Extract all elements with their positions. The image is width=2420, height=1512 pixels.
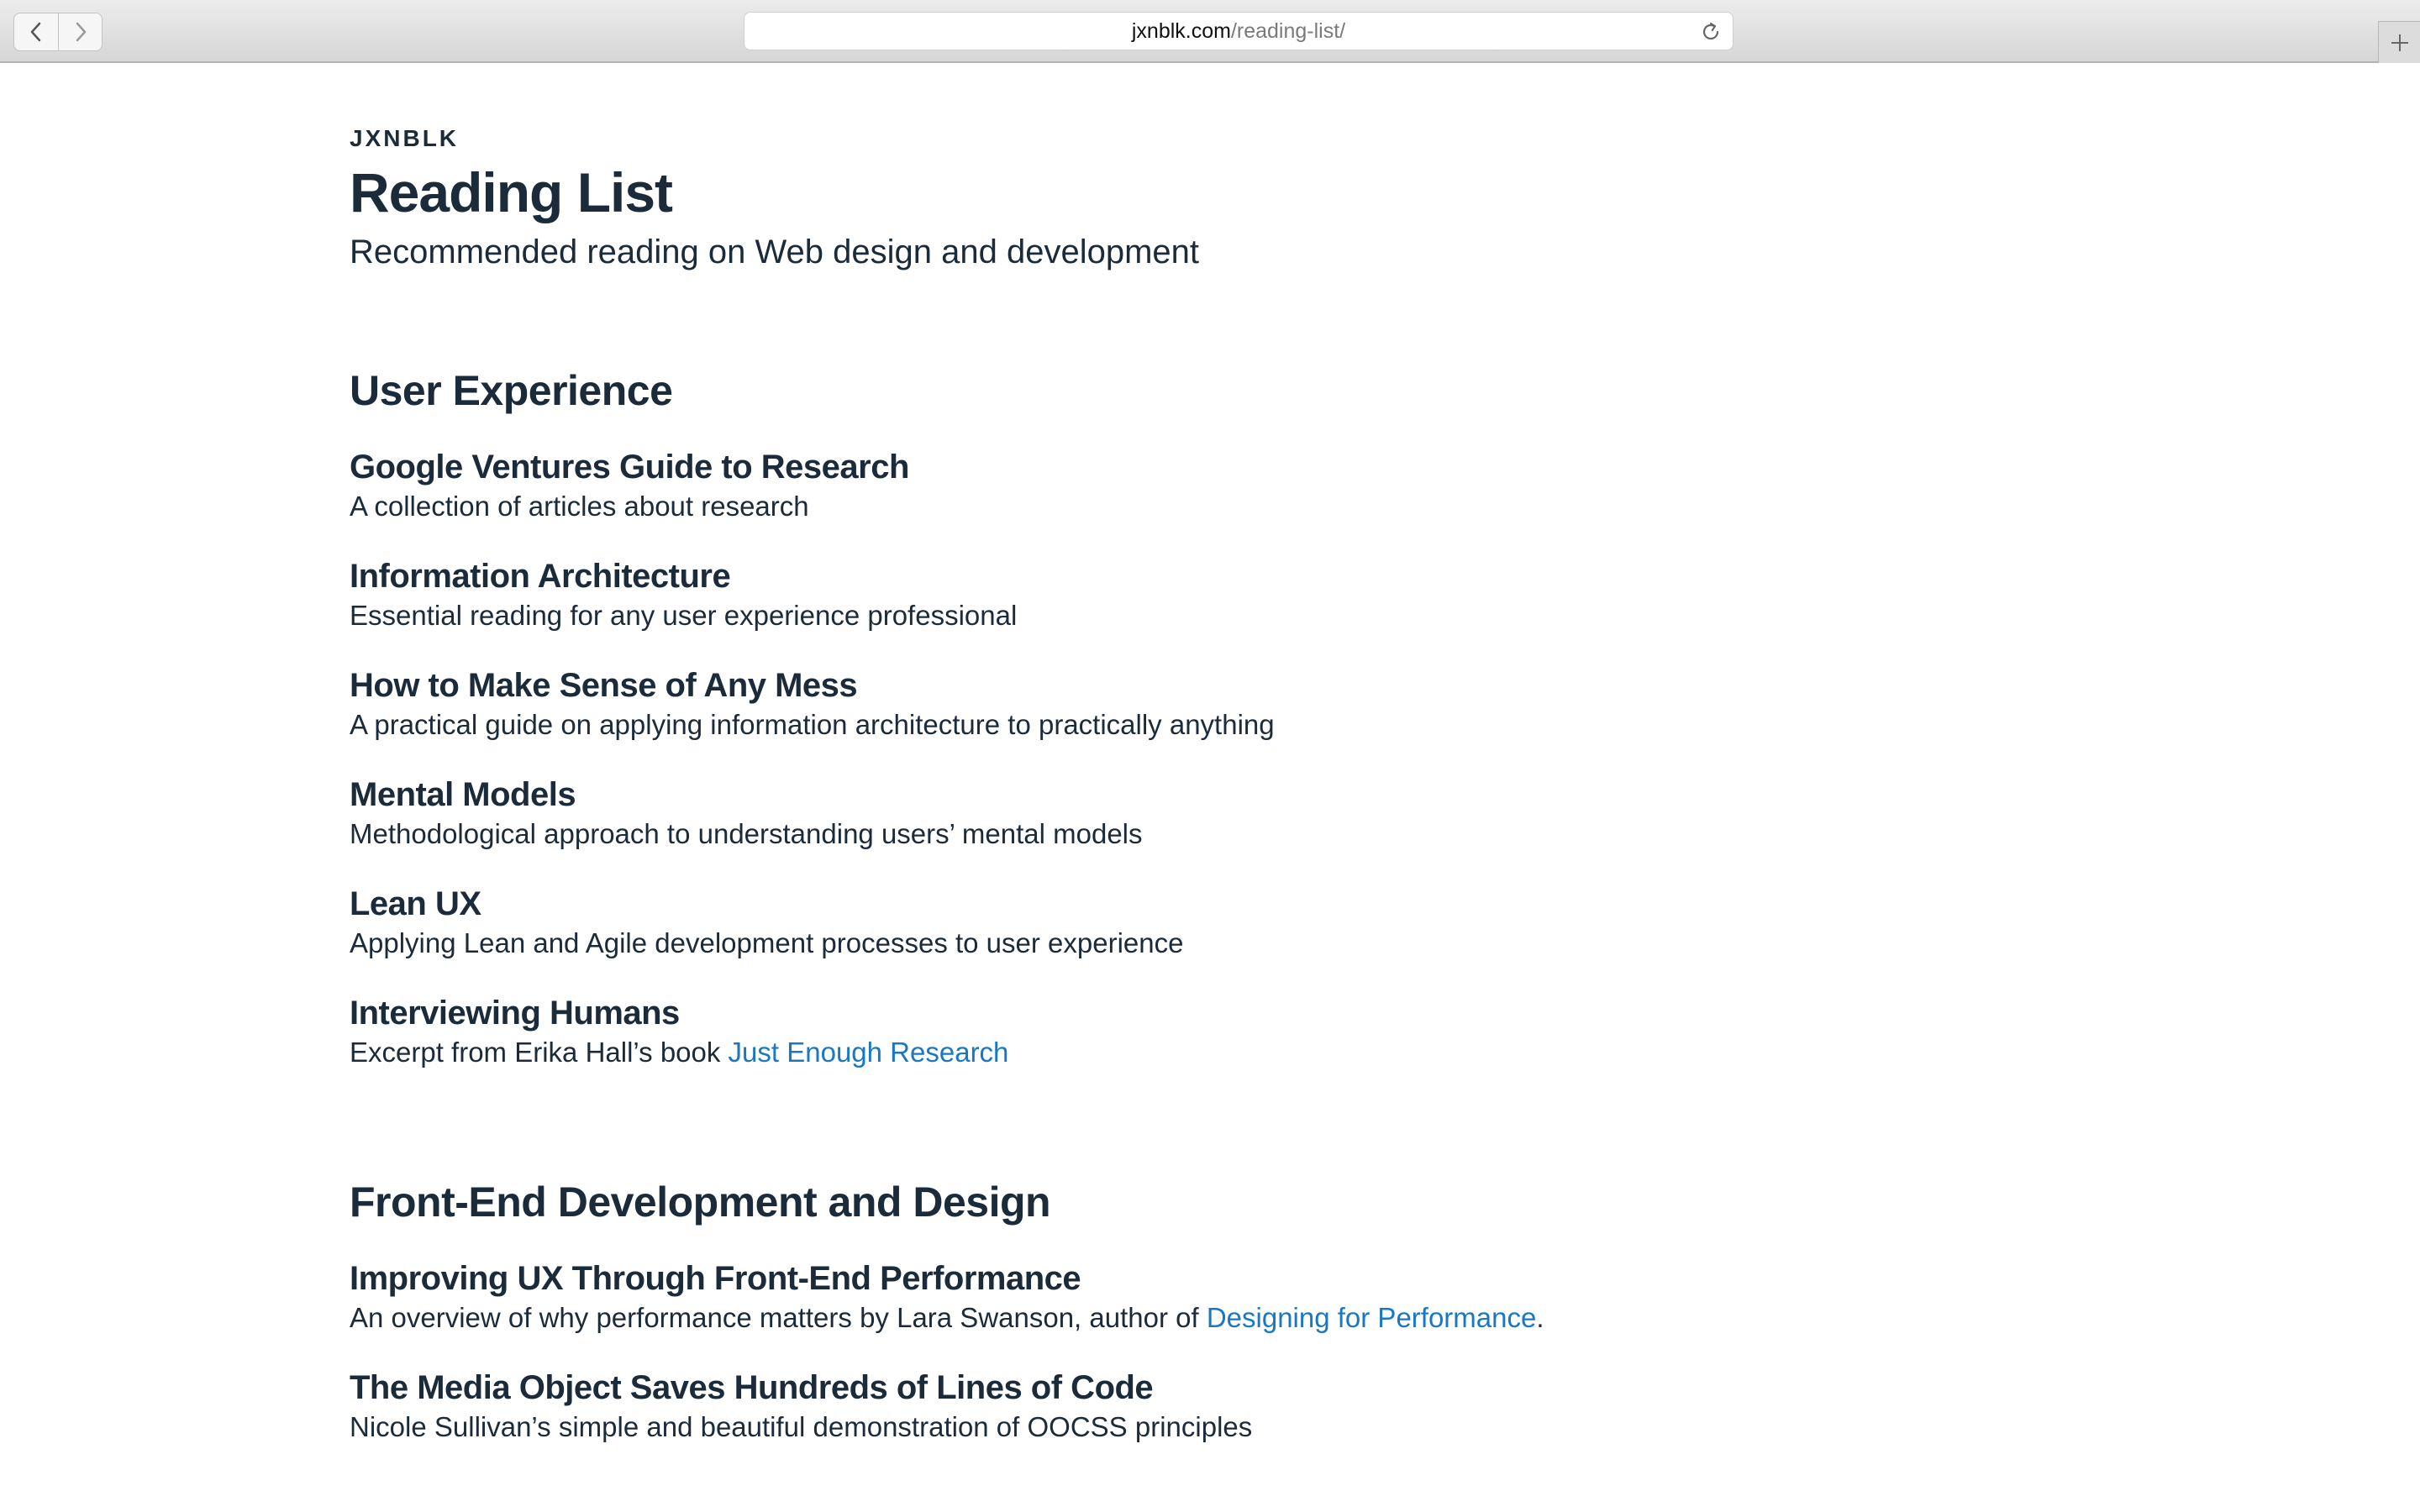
entry-description: A collection of articles about research <box>350 491 809 522</box>
browser-toolbar: jxnblk.com/reading-list/ <box>0 0 2420 63</box>
list-item: How to Make Sense of Any Mess A practica… <box>350 664 1862 743</box>
address-bar[interactable]: jxnblk.com/reading-list/ <box>744 12 1733 50</box>
entry-description-suffix: . <box>1536 1302 1544 1333</box>
list-item: Interviewing Humans Excerpt from Erika H… <box>350 992 1862 1071</box>
section-front-end-development: Front-End Development and Design Improvi… <box>350 1177 1862 1446</box>
section-user-experience: User Experience Google Ventures Guide to… <box>350 365 1862 1071</box>
chevron-left-icon <box>30 22 41 42</box>
reload-icon[interactable] <box>1699 20 1723 44</box>
new-tab-button[interactable] <box>2378 21 2420 63</box>
list-item: Information Architecture Essential readi… <box>350 555 1862 634</box>
list-item: Lean UX Applying Lean and Agile developm… <box>350 883 1862 962</box>
section-title: Front-End Development and Design <box>350 1179 1051 1226</box>
navigation-buttons <box>13 13 103 51</box>
list-item: Improving UX Through Front-End Performan… <box>350 1257 1862 1336</box>
back-button[interactable] <box>14 13 58 50</box>
list-item: Google Ventures Guide to Research A coll… <box>350 446 1862 525</box>
entry-description-text: Excerpt from Erika Hall’s book <box>350 1037 729 1068</box>
book-link[interactable]: Designing for Performance <box>1207 1302 1537 1333</box>
chevron-right-icon <box>76 22 86 42</box>
entry-title-link[interactable]: Improving UX Through Front-End Performan… <box>350 1257 1862 1299</box>
entry-list: Improving UX Through Front-End Performan… <box>350 1257 1862 1446</box>
entry-title-link[interactable]: Mental Models <box>350 774 1862 816</box>
entry-title-link[interactable]: Interviewing Humans <box>350 992 1862 1034</box>
site-name[interactable]: JXNBLK <box>350 125 1862 152</box>
entry-title-link[interactable]: Google Ventures Guide to Research <box>350 446 1862 488</box>
section-title: User Experience <box>350 367 673 414</box>
entry-description: An overview of why performance matters b… <box>350 1299 1862 1336</box>
entry-description: Nicole Sullivan’s simple and beautiful d… <box>350 1411 1253 1442</box>
page-content: JXNBLK Reading List Recommended reading … <box>350 63 1862 1476</box>
page-title: Reading List <box>350 161 673 223</box>
entry-description: Applying Lean and Agile development proc… <box>350 927 1184 958</box>
url-path: /reading-list/ <box>1230 18 1346 43</box>
url-domain: jxnblk.com <box>1131 18 1231 43</box>
entry-title-link[interactable]: The Media Object Saves Hundreds of Lines… <box>350 1367 1862 1409</box>
list-item: The Media Object Saves Hundreds of Lines… <box>350 1367 1862 1446</box>
entry-list: Google Ventures Guide to Research A coll… <box>350 446 1862 1071</box>
entry-description: Methodological approach to understanding… <box>350 818 1143 849</box>
entry-description-text: An overview of why performance matters b… <box>350 1302 1207 1333</box>
entry-title-link[interactable]: How to Make Sense of Any Mess <box>350 664 1862 706</box>
forward-button[interactable] <box>58 13 102 50</box>
entry-description: Excerpt from Erika Hall’s book Just Enou… <box>350 1034 1862 1071</box>
plus-icon <box>2391 34 2408 51</box>
entry-description: Essential reading for any user experienc… <box>350 600 1018 631</box>
entry-description: A practical guide on applying informatio… <box>350 709 1275 740</box>
entry-title-link[interactable]: Lean UX <box>350 883 1862 925</box>
list-item: Mental Models Methodological approach to… <box>350 774 1862 853</box>
entry-title-link[interactable]: Information Architecture <box>350 555 1862 597</box>
book-link[interactable]: Just Enough Research <box>729 1037 1009 1068</box>
page-subtitle: Recommended reading on Web design and de… <box>350 234 1200 270</box>
